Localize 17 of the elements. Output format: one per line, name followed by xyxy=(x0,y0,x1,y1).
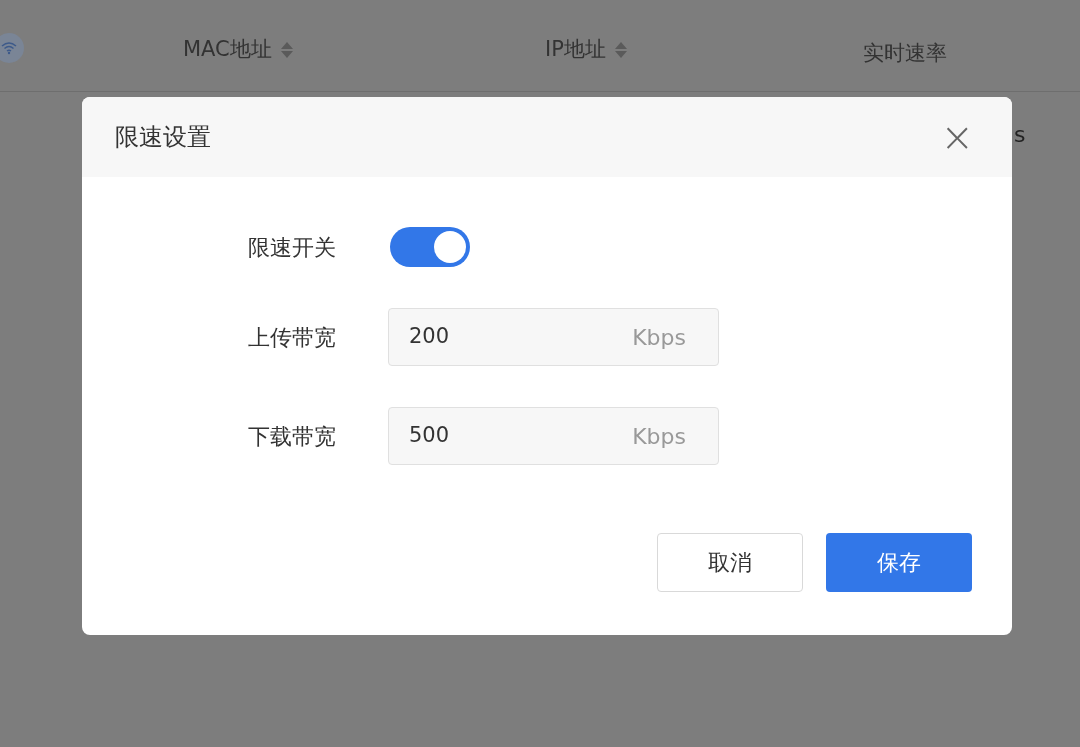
column-header: MAC地址 xyxy=(183,35,272,63)
close-button[interactable]: × xyxy=(940,117,974,157)
wifi-icon xyxy=(0,33,24,63)
cancel-button[interactable]: 取消 xyxy=(657,533,803,592)
save-button[interactable]: 保存 xyxy=(826,533,972,592)
field-label: 上传带宽 xyxy=(247,323,337,352)
unit-label: Kbps xyxy=(632,323,686,352)
toggle-switch[interactable] xyxy=(390,227,470,267)
column-header: IP地址 xyxy=(545,35,606,63)
input-field[interactable]: 500 Kbps xyxy=(388,407,719,465)
field-label: 限速开关 xyxy=(247,233,337,262)
field-label: 下载带宽 xyxy=(247,422,337,451)
unit-label: Kbps xyxy=(632,422,686,451)
dialog-title: 限速设置 xyxy=(115,122,211,153)
input-field[interactable]: 200 Kbps xyxy=(388,308,719,366)
column-header: 实时速率 xyxy=(863,39,947,67)
table-cell-text: s xyxy=(1014,121,1026,149)
